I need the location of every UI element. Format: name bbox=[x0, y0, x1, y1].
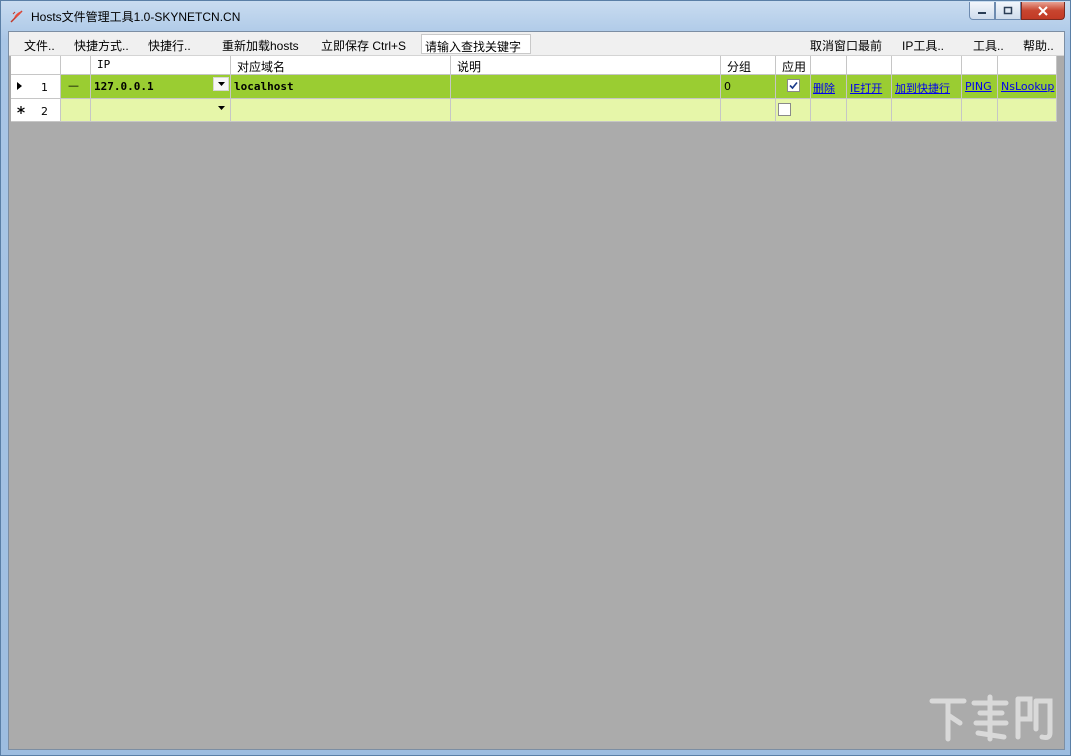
menu-help[interactable]: 帮助.. bbox=[1023, 37, 1054, 54]
header-action-3 bbox=[892, 56, 962, 75]
ie-open-link[interactable]: IE打开 bbox=[850, 80, 882, 96]
ip-value: 127.0.0.1 bbox=[94, 80, 154, 93]
apply-cell[interactable] bbox=[776, 99, 811, 122]
checkmark-icon bbox=[789, 81, 798, 90]
delete-link[interactable]: 删除 bbox=[813, 80, 835, 96]
close-button[interactable] bbox=[1021, 2, 1065, 20]
table-row[interactable]: 2 bbox=[11, 99, 1057, 122]
header-action-2 bbox=[847, 56, 892, 75]
domain-cell[interactable] bbox=[231, 99, 451, 122]
client-area: 文件.. 快捷方式.. 快捷行.. 重新加载hosts 立即保存 Ctrl+S … bbox=[8, 31, 1065, 750]
menu-cancel-topmost[interactable]: 取消窗口最前 bbox=[810, 37, 882, 54]
close-icon bbox=[1038, 5, 1048, 16]
row-pointer-icon bbox=[17, 82, 22, 90]
header-action-4 bbox=[962, 56, 998, 75]
add-quick-link[interactable]: 加到快捷行 bbox=[895, 80, 950, 96]
header-group[interactable]: 分组 bbox=[721, 56, 776, 75]
header-action-5 bbox=[998, 56, 1057, 75]
menu-file[interactable]: 文件.. bbox=[24, 37, 55, 54]
desc-cell[interactable] bbox=[451, 75, 721, 99]
header-rowhead bbox=[11, 56, 61, 75]
title-bar[interactable]: Hosts文件管理工具1.0-SKYNETCN.CN bbox=[1, 1, 1070, 31]
nslookup-link[interactable]: NsLookup bbox=[1001, 80, 1054, 93]
header-desc[interactable]: 说明 bbox=[451, 56, 721, 75]
row-header[interactable]: 2 bbox=[11, 99, 61, 122]
apply-checkbox[interactable] bbox=[787, 79, 800, 92]
window-title: Hosts文件管理工具1.0-SKYNETCN.CN bbox=[31, 10, 241, 24]
search-input[interactable]: 请输入查找关键字 bbox=[421, 34, 531, 54]
watermark-logo bbox=[929, 694, 1053, 742]
action-cell bbox=[811, 99, 847, 122]
dropdown-arrow-icon bbox=[217, 82, 225, 86]
action-nslookup-cell: NsLookup bbox=[998, 75, 1057, 99]
window-controls bbox=[969, 2, 1065, 20]
row-number: 1 bbox=[41, 81, 48, 94]
new-row-asterisk-icon bbox=[17, 106, 25, 114]
minimize-icon bbox=[978, 11, 986, 14]
ip-dropdown-button[interactable] bbox=[213, 101, 229, 115]
menu-reload-hosts[interactable]: 重新加载hosts bbox=[222, 37, 299, 54]
minimize-button[interactable] bbox=[969, 2, 995, 20]
action-cell bbox=[892, 99, 962, 122]
apply-checkbox[interactable] bbox=[778, 103, 791, 116]
ip-cell[interactable]: 127.0.0.1 bbox=[91, 75, 231, 99]
menu-save[interactable]: 立即保存 Ctrl+S bbox=[321, 37, 406, 54]
grid-header: IP 对应域名 说明 分组 应用 bbox=[11, 56, 1057, 75]
menu-bar: 文件.. 快捷方式.. 快捷行.. 重新加载hosts 立即保存 Ctrl+S … bbox=[9, 32, 1064, 56]
action-delete-cell: 删除 bbox=[811, 75, 847, 99]
app-feather-icon bbox=[10, 10, 23, 23]
row-marker: — bbox=[68, 79, 79, 92]
action-add-quick-cell: 加到快捷行 bbox=[892, 75, 962, 99]
header-marker bbox=[61, 56, 91, 75]
maximize-button[interactable] bbox=[995, 2, 1021, 20]
apply-cell[interactable] bbox=[776, 75, 811, 99]
ip-cell[interactable] bbox=[91, 99, 231, 122]
header-action-1 bbox=[811, 56, 847, 75]
domain-value: localhost bbox=[234, 80, 294, 93]
maximize-icon bbox=[1003, 6, 1013, 15]
domain-cell[interactable]: localhost bbox=[231, 75, 451, 99]
action-cell bbox=[847, 99, 892, 122]
action-cell bbox=[962, 99, 998, 122]
menu-tools[interactable]: 工具.. bbox=[973, 37, 1004, 54]
ip-dropdown-button[interactable] bbox=[213, 77, 229, 91]
desc-cell[interactable] bbox=[451, 99, 721, 122]
row-header[interactable]: 1 bbox=[11, 75, 61, 99]
row-number: 2 bbox=[41, 105, 48, 118]
row-marker-cell bbox=[61, 99, 91, 122]
header-ip[interactable]: IP bbox=[91, 56, 231, 75]
app-window: Hosts文件管理工具1.0-SKYNETCN.CN 文件.. 快捷方式.. 快… bbox=[0, 0, 1071, 756]
group-value: 0 bbox=[724, 80, 731, 93]
group-cell[interactable]: 0 bbox=[721, 75, 776, 99]
dropdown-arrow-icon bbox=[217, 106, 225, 110]
action-ie-open-cell: IE打开 bbox=[847, 75, 892, 99]
table-row[interactable]: 1 — 127.0.0.1 localhost 0 删除 IE打开 加到快捷行 … bbox=[11, 75, 1057, 99]
action-cell bbox=[998, 99, 1057, 122]
menu-ip-tools[interactable]: IP工具.. bbox=[902, 37, 944, 54]
ping-link[interactable]: PING bbox=[965, 80, 992, 93]
group-cell[interactable] bbox=[721, 99, 776, 122]
menu-quick-run[interactable]: 快捷行.. bbox=[148, 37, 191, 54]
row-marker-cell: — bbox=[61, 75, 91, 99]
menu-shortcuts[interactable]: 快捷方式.. bbox=[74, 37, 129, 54]
header-domain[interactable]: 对应域名 bbox=[231, 56, 451, 75]
action-ping-cell: PING bbox=[962, 75, 998, 99]
header-apply[interactable]: 应用 bbox=[776, 56, 811, 75]
